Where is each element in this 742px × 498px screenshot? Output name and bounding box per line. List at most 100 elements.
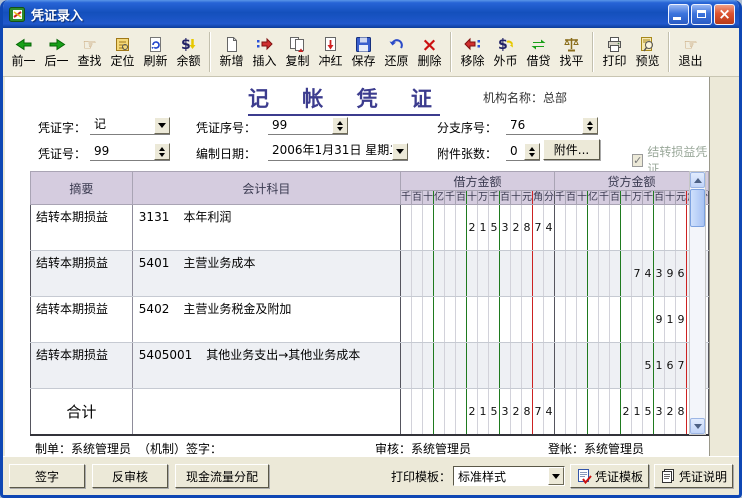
credit-digit-cell[interactable]	[598, 251, 609, 297]
credit-digit-cell[interactable]	[598, 297, 609, 343]
debit-digit-cell[interactable]	[455, 343, 466, 389]
credit-digit-cell[interactable]	[631, 343, 642, 389]
credit-digit-cell[interactable]	[554, 343, 565, 389]
debit-digit-cell[interactable]	[466, 343, 477, 389]
credit-digit-cell[interactable]	[642, 205, 653, 251]
credit-digit-cell[interactable]: 1	[664, 297, 675, 343]
credit-total-digit-cell[interactable]	[598, 389, 609, 435]
credit-digit-cell[interactable]: 7	[675, 343, 686, 389]
credit-digit-cell[interactable]: 6	[675, 251, 686, 297]
credit-digit-cell[interactable]: 9	[675, 297, 686, 343]
scroll-down-icon[interactable]	[690, 418, 705, 434]
debit-digit-cell[interactable]	[455, 251, 466, 297]
debit-total-digit-cell[interactable]	[433, 389, 444, 435]
credit-digit-cell[interactable]	[587, 251, 598, 297]
print-template-select[interactable]: 标准样式	[453, 466, 565, 486]
debit-digit-cell[interactable]	[477, 297, 488, 343]
debit-total-digit-cell[interactable]: 4	[543, 389, 554, 435]
voucher-word-field[interactable]: 记	[90, 115, 170, 135]
debit-digit-cell[interactable]	[455, 205, 466, 251]
debit-digit-cell[interactable]: 4	[543, 205, 554, 251]
attachments-spinner-icon[interactable]	[524, 143, 540, 160]
voucher-seq-spinner-icon[interactable]	[332, 117, 348, 134]
debit-digit-cell[interactable]	[444, 343, 455, 389]
credit-total-digit-cell[interactable]	[565, 389, 576, 435]
debit-digit-cell[interactable]	[477, 251, 488, 297]
toolbar-button-balance[interactable]: $余额	[172, 30, 205, 74]
credit-digit-cell[interactable]: 7	[631, 251, 642, 297]
debit-digit-cell[interactable]	[521, 251, 532, 297]
debit-digit-cell[interactable]	[444, 251, 455, 297]
sign-button[interactable]: 签字	[9, 464, 85, 488]
credit-digit-cell[interactable]	[565, 343, 576, 389]
reverse-audit-button[interactable]: 反审核	[92, 464, 168, 488]
debit-digit-cell[interactable]: 8	[521, 205, 532, 251]
debit-digit-cell[interactable]	[499, 251, 510, 297]
voucher-seq-field[interactable]: 99	[268, 115, 348, 135]
credit-digit-cell[interactable]	[587, 343, 598, 389]
debit-digit-cell[interactable]	[543, 297, 554, 343]
debit-digit-cell[interactable]	[532, 251, 543, 297]
toolbar-button-level[interactable]: 找平	[555, 30, 588, 74]
debit-digit-cell[interactable]	[411, 251, 422, 297]
debit-digit-cell[interactable]	[455, 297, 466, 343]
voucher-template-button[interactable]: 凭证模板	[570, 464, 649, 488]
summary-cell[interactable]: 结转本期损益	[31, 343, 133, 389]
debit-digit-cell[interactable]	[433, 297, 444, 343]
credit-digit-cell[interactable]	[609, 297, 620, 343]
credit-digit-cell[interactable]: 9	[653, 297, 664, 343]
debit-total-digit-cell[interactable]: 8	[521, 389, 532, 435]
credit-digit-cell[interactable]	[620, 251, 631, 297]
debit-digit-cell[interactable]: 7	[532, 205, 543, 251]
summary-cell[interactable]: 结转本期损益	[31, 205, 133, 251]
debit-digit-cell[interactable]	[466, 297, 477, 343]
debit-digit-cell[interactable]	[400, 205, 411, 251]
scrollbar-thumb[interactable]	[690, 189, 705, 227]
credit-digit-cell[interactable]: 3	[653, 251, 664, 297]
debit-digit-cell[interactable]	[411, 205, 422, 251]
credit-digit-cell[interactable]	[609, 205, 620, 251]
debit-digit-cell[interactable]	[510, 297, 521, 343]
credit-total-digit-cell[interactable]: 1	[631, 389, 642, 435]
debit-digit-cell[interactable]	[433, 343, 444, 389]
debit-digit-cell[interactable]: 2	[510, 205, 521, 251]
credit-digit-cell[interactable]	[576, 251, 587, 297]
credit-digit-cell[interactable]	[609, 343, 620, 389]
credit-digit-cell[interactable]	[565, 297, 576, 343]
debit-total-digit-cell[interactable]: 2	[466, 389, 477, 435]
voucher-description-button[interactable]: 凭证说明	[654, 464, 733, 488]
cash-flow-allocation-button[interactable]: 现金流量分配	[175, 464, 269, 488]
debit-total-digit-cell[interactable]: 1	[477, 389, 488, 435]
credit-digit-cell[interactable]	[609, 251, 620, 297]
debit-digit-cell[interactable]	[488, 251, 499, 297]
credit-digit-cell[interactable]	[675, 205, 686, 251]
toolbar-button-restore[interactable]: 还原	[380, 30, 413, 74]
toolbar-button-exit[interactable]: ☞退出	[674, 30, 707, 74]
account-cell[interactable]: 5402主营业务税金及附加	[132, 297, 400, 343]
credit-total-digit-cell[interactable]: 2	[664, 389, 675, 435]
debit-digit-cell[interactable]	[400, 297, 411, 343]
credit-digit-cell[interactable]	[576, 297, 587, 343]
debit-digit-cell[interactable]	[488, 343, 499, 389]
debit-total-digit-cell[interactable]: 3	[499, 389, 510, 435]
toolbar-button-locate[interactable]: 定位	[106, 30, 139, 74]
credit-digit-cell[interactable]: 4	[642, 251, 653, 297]
debit-digit-cell[interactable]	[543, 343, 554, 389]
credit-digit-cell[interactable]: 1	[653, 343, 664, 389]
debit-digit-cell[interactable]	[444, 205, 455, 251]
debit-digit-cell[interactable]	[422, 205, 433, 251]
credit-total-digit-cell[interactable]: 2	[620, 389, 631, 435]
summary-cell[interactable]: 结转本期损益	[31, 297, 133, 343]
credit-digit-cell[interactable]	[620, 297, 631, 343]
debit-digit-cell[interactable]	[477, 343, 488, 389]
toolbar-button-find[interactable]: ☞查找	[73, 30, 106, 74]
debit-digit-cell[interactable]	[422, 251, 433, 297]
debit-total-digit-cell[interactable]	[444, 389, 455, 435]
credit-digit-cell[interactable]: 6	[664, 343, 675, 389]
credit-digit-cell[interactable]	[554, 251, 565, 297]
debit-digit-cell[interactable]	[433, 205, 444, 251]
debit-total-digit-cell[interactable]: 7	[532, 389, 543, 435]
toolbar-button-refresh[interactable]: 刷新	[139, 30, 172, 74]
debit-digit-cell[interactable]: 3	[499, 205, 510, 251]
credit-total-digit-cell[interactable]: 8	[675, 389, 686, 435]
